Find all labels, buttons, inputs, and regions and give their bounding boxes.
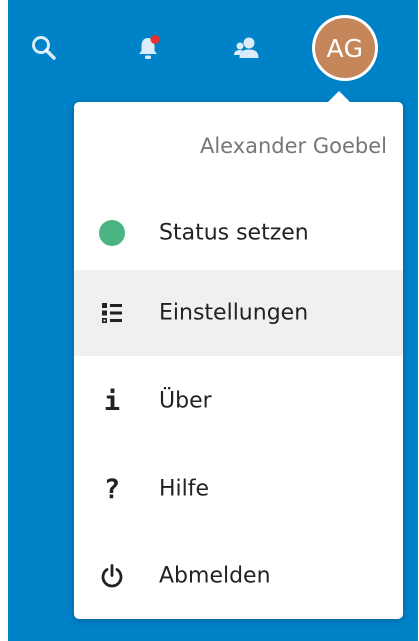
search-button[interactable] xyxy=(22,26,66,70)
menu-item-label: Abmelden xyxy=(159,563,271,589)
notifications-button[interactable] xyxy=(126,26,170,70)
user-display-name: Alexander Goebel xyxy=(199,134,387,158)
avatar: AG xyxy=(315,18,375,78)
contacts-icon xyxy=(234,37,259,58)
popover-arrow xyxy=(328,91,350,102)
menu-item-settings[interactable]: Einstellungen xyxy=(74,270,403,356)
status-online-icon xyxy=(96,217,128,249)
power-icon xyxy=(96,560,128,592)
menu-item-label: Hilfe xyxy=(159,476,210,502)
top-bar: AG xyxy=(8,0,418,100)
menu-item-status[interactable]: Status setzen xyxy=(74,190,403,276)
menu-item-help[interactable]: ? Hilfe xyxy=(74,446,403,532)
info-icon: i xyxy=(103,385,121,417)
menu-item-logout[interactable]: Abmelden xyxy=(74,533,403,619)
search-icon xyxy=(32,36,56,60)
user-avatar-button[interactable]: AG xyxy=(312,15,378,81)
menu-item-about[interactable]: i Über xyxy=(74,358,403,444)
user-menu-popover: Alexander Goebel Status setzen Einstellu… xyxy=(74,91,403,619)
menu-item-label: Status setzen xyxy=(159,220,309,246)
notifications-icon xyxy=(139,35,160,59)
menu-item-label: Über xyxy=(159,388,212,414)
settings-list-icon xyxy=(96,297,128,329)
help-icon: ? xyxy=(103,473,121,505)
menu-item-label: Einstellungen xyxy=(159,300,309,326)
contacts-button[interactable] xyxy=(226,26,270,70)
